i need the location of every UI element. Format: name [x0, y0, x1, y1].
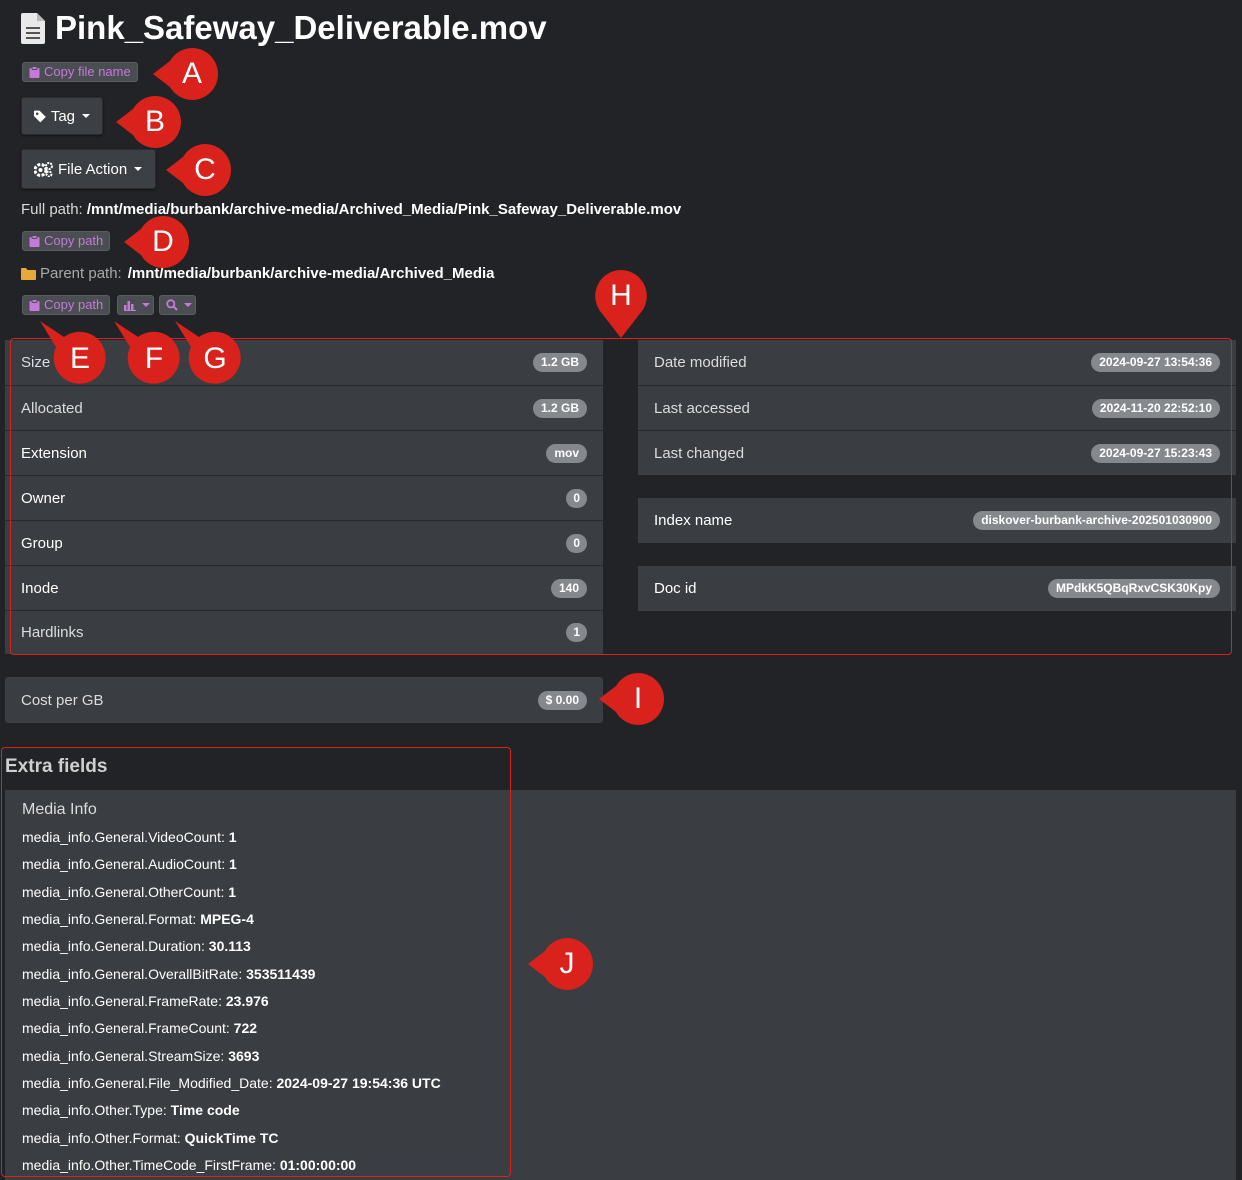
- annotation-marker-f: F: [114, 321, 180, 385]
- row-value-badge: 1.2 GB: [532, 353, 587, 372]
- row-label: Cost per GB: [21, 691, 104, 709]
- copy-path-button[interactable]: Copy path: [22, 231, 111, 251]
- page-title: Pink_Safeway_Deliverable.mov: [55, 9, 547, 46]
- list-item: media_info.Other.Format: QuickTime TC: [22, 1130, 279, 1146]
- copy-parent-path-label: Copy path: [44, 297, 104, 312]
- annotation-marker-i: I: [599, 673, 664, 725]
- caret-down-icon: [184, 303, 192, 307]
- list-item: media_info.Other.TimeCode_FirstFrame: 01…: [22, 1157, 357, 1173]
- file-action-label: File Action: [58, 160, 128, 178]
- folder-icon: [21, 267, 36, 280]
- full-path: Full path: /mnt/media/burbank/archive-me…: [21, 201, 681, 218]
- cost-table: Cost per GB $ 0.00: [5, 677, 603, 723]
- caret-down-icon: [134, 167, 143, 171]
- copy-file-name-label: Copy file name: [44, 64, 131, 79]
- annotation-marker-h: H: [595, 270, 647, 338]
- row-label: Inode: [21, 579, 59, 597]
- file-action-dropdown-button[interactable]: File Action: [21, 149, 156, 189]
- list-item: media_info.General.Duration: 30.113: [22, 938, 251, 954]
- row-label: Last accessed: [654, 399, 750, 417]
- list-item: media_info.General.StreamSize: 3693: [22, 1048, 260, 1064]
- row-label: Group: [21, 534, 63, 552]
- bar-chart-icon: [124, 300, 136, 311]
- copy-parent-path-button[interactable]: Copy path: [22, 295, 111, 315]
- caret-down-icon: [142, 303, 150, 307]
- clipboard-icon: [29, 66, 40, 78]
- table-row: Inode 140: [5, 565, 603, 610]
- tag-dropdown-button[interactable]: Tag: [21, 97, 103, 135]
- table-row: Group 0: [5, 520, 603, 565]
- row-label: Allocated: [21, 399, 83, 417]
- table-row: Owner 0: [5, 475, 603, 520]
- list-item: media_info.General.File_Modified_Date: 2…: [22, 1075, 441, 1091]
- media-info-panel: Media Info media_info.General.VideoCount…: [5, 790, 1236, 1180]
- table-row: Cost per GB $ 0.00: [5, 677, 603, 723]
- tag-icon: [34, 110, 46, 122]
- tag-label: Tag: [50, 107, 75, 125]
- analytics-dropdown-button[interactable]: [117, 295, 154, 315]
- extra-fields-title: Extra fields: [5, 756, 108, 777]
- clipboard-icon: [29, 235, 40, 247]
- list-item: media_info.General.FrameRate: 23.976: [22, 993, 269, 1009]
- list-item: media_info.General.Format: MPEG-4: [22, 911, 254, 927]
- annotation-marker-a: A: [153, 48, 218, 100]
- annotation-marker-b: B: [116, 96, 181, 148]
- date-info-table: Date modified 2024-09-27 13:54:36 Last a…: [638, 340, 1236, 475]
- row-value-badge: 2024-11-20 22:52:10: [1091, 398, 1220, 418]
- row-label: Hardlinks: [21, 624, 84, 641]
- parent-path-label: Parent path:: [40, 265, 122, 282]
- copy-path-label: Copy path: [44, 233, 104, 248]
- annotation-marker-d: D: [124, 216, 189, 268]
- row-value-badge: 2024-09-27 15:23:43: [1091, 443, 1220, 463]
- doc-id-table: Doc id MPdkK5QBqRxvCSK30Kpy: [638, 566, 1236, 611]
- row-label: Owner: [21, 489, 66, 507]
- row-label: Extension: [21, 444, 87, 462]
- row-value-badge: 0: [566, 488, 587, 508]
- copy-file-name-button[interactable]: Copy file name: [22, 62, 138, 82]
- list-item: media_info.General.AudioCount: 1: [22, 856, 237, 872]
- file-info-table: Size 1.2 GB Allocated 1.2 GB Extension m…: [5, 340, 603, 654]
- list-item: media_info.General.OtherCount: 1: [22, 884, 237, 900]
- row-value-badge: 1: [566, 623, 587, 642]
- clipboard-icon: [29, 299, 40, 311]
- row-label: Last changed: [654, 444, 745, 462]
- annotation-marker-j: J: [528, 938, 593, 990]
- row-label: Size: [21, 354, 51, 371]
- parent-path: Parent path: /mnt/media/burbank/archive-…: [21, 265, 495, 282]
- caret-down-icon: [82, 114, 90, 118]
- list-item: media_info.General.VideoCount: 1: [22, 829, 237, 845]
- search-dropdown-button[interactable]: [159, 295, 196, 315]
- list-item: media_info.General.FrameCount: 722: [22, 1020, 258, 1036]
- table-row: Extension mov: [5, 430, 603, 475]
- table-row: Doc id MPdkK5QBqRxvCSK30Kpy: [638, 566, 1236, 611]
- annotation-marker-c: C: [166, 144, 231, 196]
- row-value-badge: 140: [550, 578, 587, 598]
- row-value-badge: 1.2 GB: [532, 398, 587, 418]
- row-value-badge: 0: [566, 533, 587, 553]
- row-value-badge: mov: [546, 443, 587, 463]
- table-row: Last changed 2024-09-27 15:23:43: [638, 430, 1236, 475]
- row-value-badge: diskover-burbank-archive-202501030900: [973, 511, 1220, 530]
- table-row: Index name diskover-burbank-archive-2025…: [638, 498, 1236, 543]
- search-icon: [166, 299, 178, 311]
- annotation-marker-g: G: [175, 321, 241, 385]
- media-info-title: Media Info: [22, 801, 97, 818]
- annotation-marker-e: E: [40, 321, 106, 385]
- row-value-badge: MPdkK5QBqRxvCSK30Kpy: [1047, 579, 1220, 598]
- gears-icon: [34, 161, 53, 177]
- row-label: Index name: [654, 512, 733, 529]
- row-value-badge: 2024-09-27 13:54:36: [1091, 353, 1220, 372]
- table-row: Date modified 2024-09-27 13:54:36: [638, 340, 1236, 385]
- table-row: Allocated 1.2 GB: [5, 385, 603, 430]
- index-name-table: Index name diskover-burbank-archive-2025…: [638, 498, 1236, 543]
- full-path-label: Full path:: [21, 201, 83, 218]
- row-value-badge: $ 0.00: [537, 690, 587, 710]
- table-row: Hardlinks 1: [5, 610, 603, 654]
- row-label: Doc id: [654, 580, 697, 597]
- table-row: Last accessed 2024-11-20 22:52:10: [638, 385, 1236, 430]
- list-item: media_info.General.OverallBitRate: 35351…: [22, 966, 316, 982]
- list-item: media_info.Other.Type: Time code: [22, 1102, 240, 1118]
- file-text-icon: [21, 13, 45, 44]
- row-label: Date modified: [654, 354, 747, 371]
